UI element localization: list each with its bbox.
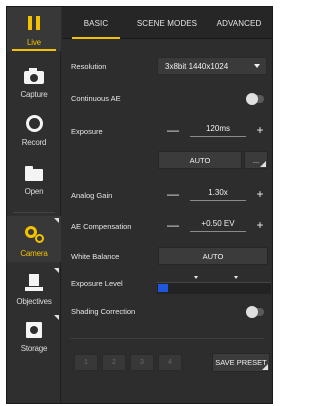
exposure-level-indicator <box>158 284 168 292</box>
sidebar-item-objectives[interactable]: Objectives <box>7 266 61 310</box>
white-balance-label: White Balance <box>71 252 120 261</box>
corner-marker <box>260 161 266 167</box>
ae-compensation-decrease-button[interactable]: — <box>166 218 180 232</box>
sidebar-item-label: Open <box>24 187 44 196</box>
sidebar-item-storage[interactable]: Storage <box>7 313 61 357</box>
button-label: AUTO <box>202 251 224 261</box>
sidebar-divider <box>13 212 55 213</box>
caret-down-icon <box>254 64 260 68</box>
sidebar-item-record[interactable]: Record <box>7 107 61 151</box>
tab-basic[interactable]: BASIC <box>62 7 130 39</box>
storage-icon <box>23 320 45 340</box>
more-options-button[interactable]: ... <box>244 151 268 169</box>
active-tab-indicator <box>72 37 120 39</box>
white-balance-auto-button[interactable]: AUTO <box>158 247 268 265</box>
tab-label: ADVANCED <box>216 18 262 28</box>
tab-label: SCENE MODES <box>136 18 198 28</box>
tab-bar: BASIC SCENE MODES ADVANCED <box>62 7 272 39</box>
sidebar-item-live[interactable]: Live <box>7 7 61 51</box>
tab-label: BASIC <box>83 18 109 28</box>
preset-label: 2 <box>112 359 116 366</box>
camera-app-window: Live Capture Record Open Camera Objectiv… <box>6 6 273 404</box>
preset-slot-3[interactable]: 3 <box>130 354 154 371</box>
button-label: ... <box>252 155 260 165</box>
section-divider <box>70 338 264 339</box>
left-sidebar: Live Capture Record Open Camera Objectiv… <box>7 7 61 403</box>
exposure-level-meter <box>157 276 271 294</box>
camera-icon <box>23 66 45 86</box>
continuous-ae-label: Continuous AE <box>71 94 121 103</box>
shading-correction-label: Shading Correction <box>71 307 136 316</box>
exposure-label: Exposure <box>71 127 103 136</box>
ae-compensation-value[interactable]: +0.50 EV <box>190 218 246 232</box>
camera-settings-icon <box>23 225 45 245</box>
tab-scene-modes[interactable]: SCENE MODES <box>130 7 204 39</box>
corner-marker <box>54 268 59 273</box>
record-icon <box>23 114 45 134</box>
sidebar-item-label: Storage <box>20 344 48 353</box>
resolution-label: Resolution <box>71 62 107 71</box>
range-marker-left <box>194 276 198 279</box>
button-label: SAVE PRESET <box>215 358 267 367</box>
exposure-level-label: Exposure Level <box>71 279 123 288</box>
preset-slot-1[interactable]: 1 <box>74 354 98 371</box>
sidebar-item-capture[interactable]: Capture <box>7 59 61 103</box>
active-indicator <box>12 49 56 51</box>
analog-gain-decrease-button[interactable]: — <box>166 187 180 201</box>
exposure-increase-button[interactable]: + <box>253 123 267 137</box>
corner-marker <box>54 218 59 223</box>
exposure-decrease-button[interactable]: — <box>166 123 180 137</box>
sidebar-item-label: Camera <box>20 249 48 258</box>
sidebar-item-label: Objectives <box>16 297 52 306</box>
objectives-icon <box>23 273 45 293</box>
preset-label: 4 <box>168 359 172 366</box>
preset-label: 1 <box>84 359 88 366</box>
sidebar-item-label: Live <box>27 38 41 47</box>
shading-correction-toggle[interactable] <box>246 306 264 318</box>
analog-gain-value[interactable]: 1.30x <box>190 187 246 201</box>
sidebar-item-label: Capture <box>20 90 48 99</box>
toggle-knob <box>246 306 258 318</box>
exposure-value[interactable]: 120ms <box>190 123 246 137</box>
folder-icon <box>23 163 45 183</box>
resolution-dropdown[interactable]: 3x8bit 1440x1024 <box>157 57 267 75</box>
analog-gain-increase-button[interactable]: + <box>253 187 267 201</box>
preset-slot-2[interactable]: 2 <box>102 354 126 371</box>
sidebar-item-open[interactable]: Open <box>7 156 61 200</box>
continuous-ae-toggle[interactable] <box>246 93 264 105</box>
preset-slot-4[interactable]: 4 <box>158 354 182 371</box>
button-label: AUTO <box>189 155 211 165</box>
exposure-auto-button[interactable]: AUTO <box>158 151 242 169</box>
corner-marker <box>262 364 268 370</box>
sidebar-item-label: Record <box>21 138 47 147</box>
analog-gain-label: Analog Gain <box>71 191 113 200</box>
range-marker-right <box>234 276 238 279</box>
preset-label: 3 <box>140 359 144 366</box>
sidebar-item-camera[interactable]: Camera <box>7 216 61 262</box>
tab-advanced[interactable]: ADVANCED <box>204 7 274 39</box>
ae-compensation-increase-button[interactable]: + <box>253 218 267 232</box>
ae-compensation-label: AE Compensation <box>71 222 132 231</box>
save-preset-button[interactable]: SAVE PRESET <box>212 353 270 372</box>
pause-icon <box>23 14 45 34</box>
corner-marker <box>54 315 59 320</box>
toggle-knob <box>246 93 258 105</box>
resolution-value: 3x8bit 1440x1024 <box>165 61 229 71</box>
settings-panel: Resolution 3x8bit 1440x1024 Continuous A… <box>62 40 272 403</box>
